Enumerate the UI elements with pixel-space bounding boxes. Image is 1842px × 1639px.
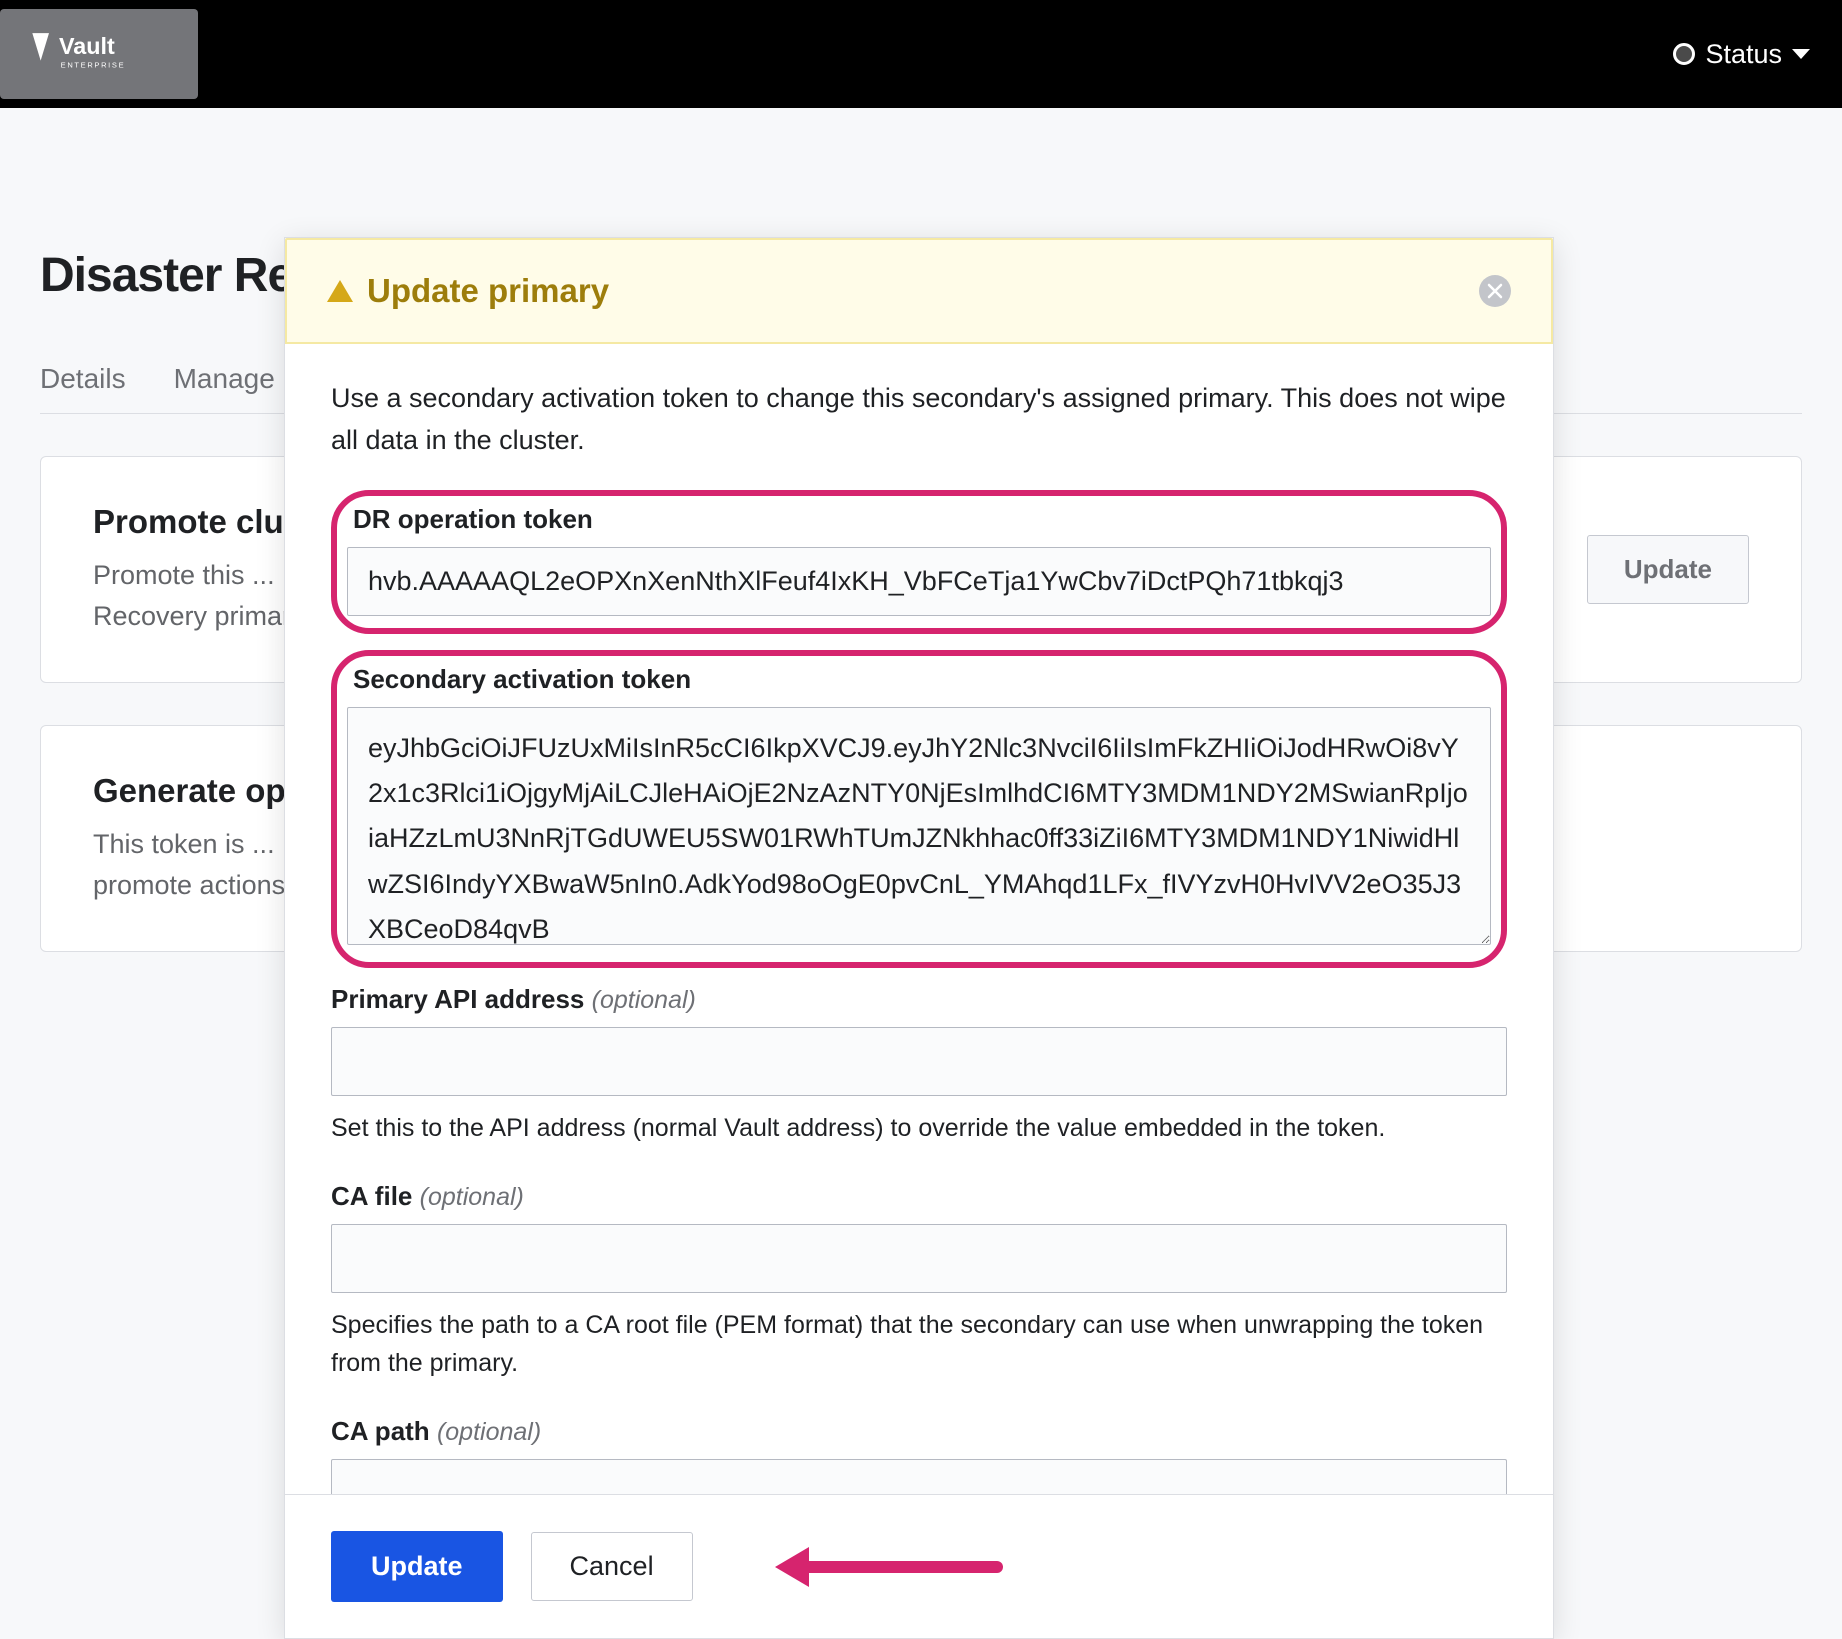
chevron-down-icon <box>1792 49 1810 59</box>
close-button[interactable] <box>1479 275 1511 307</box>
dr-token-input[interactable] <box>347 547 1491 616</box>
cancel-button[interactable]: Cancel <box>531 1532 693 1601</box>
dr-token-highlight: DR operation token <box>331 490 1507 634</box>
close-icon <box>1487 283 1503 299</box>
ca-path-label: CA path (optional) <box>331 1416 1507 1447</box>
modal-description: Use a secondary activation token to chan… <box>331 378 1507 462</box>
modal-footer: Update Cancel <box>285 1494 1553 1638</box>
api-address-input[interactable] <box>331 1027 1507 1096</box>
status-dropdown[interactable]: Status <box>1673 39 1810 70</box>
modal-title: Update primary <box>367 272 609 310</box>
vault-logo: VaultENTERPRISE <box>0 9 198 99</box>
modal-header: Update primary <box>285 238 1553 344</box>
api-address-help: Set this to the API address (normal Vaul… <box>331 1110 1507 1148</box>
svg-text:ENTERPRISE: ENTERPRISE <box>61 60 126 69</box>
top-navbar: VaultENTERPRISE Status <box>0 0 1842 108</box>
dr-token-label: DR operation token <box>353 504 1491 535</box>
status-indicator-icon <box>1673 43 1695 65</box>
annotation-arrow <box>775 1547 1003 1587</box>
ca-path-input[interactable] <box>331 1459 1507 1494</box>
ca-file-help: Specifies the path to a CA root file (PE… <box>331 1307 1507 1382</box>
secondary-token-highlight: Secondary activation token <box>331 650 1507 968</box>
status-label: Status <box>1705 39 1782 70</box>
update-submit-button[interactable]: Update <box>331 1531 503 1602</box>
svg-text:Vault: Vault <box>59 33 115 59</box>
secondary-token-label: Secondary activation token <box>353 664 1491 695</box>
warning-icon <box>327 280 353 302</box>
api-address-label: Primary API address (optional) <box>331 984 1507 1015</box>
ca-file-input[interactable] <box>331 1224 1507 1293</box>
update-primary-modal: Update primary Use a secondary activatio… <box>284 237 1554 1639</box>
ca-file-label: CA file (optional) <box>331 1181 1507 1212</box>
secondary-token-input[interactable] <box>347 707 1491 945</box>
